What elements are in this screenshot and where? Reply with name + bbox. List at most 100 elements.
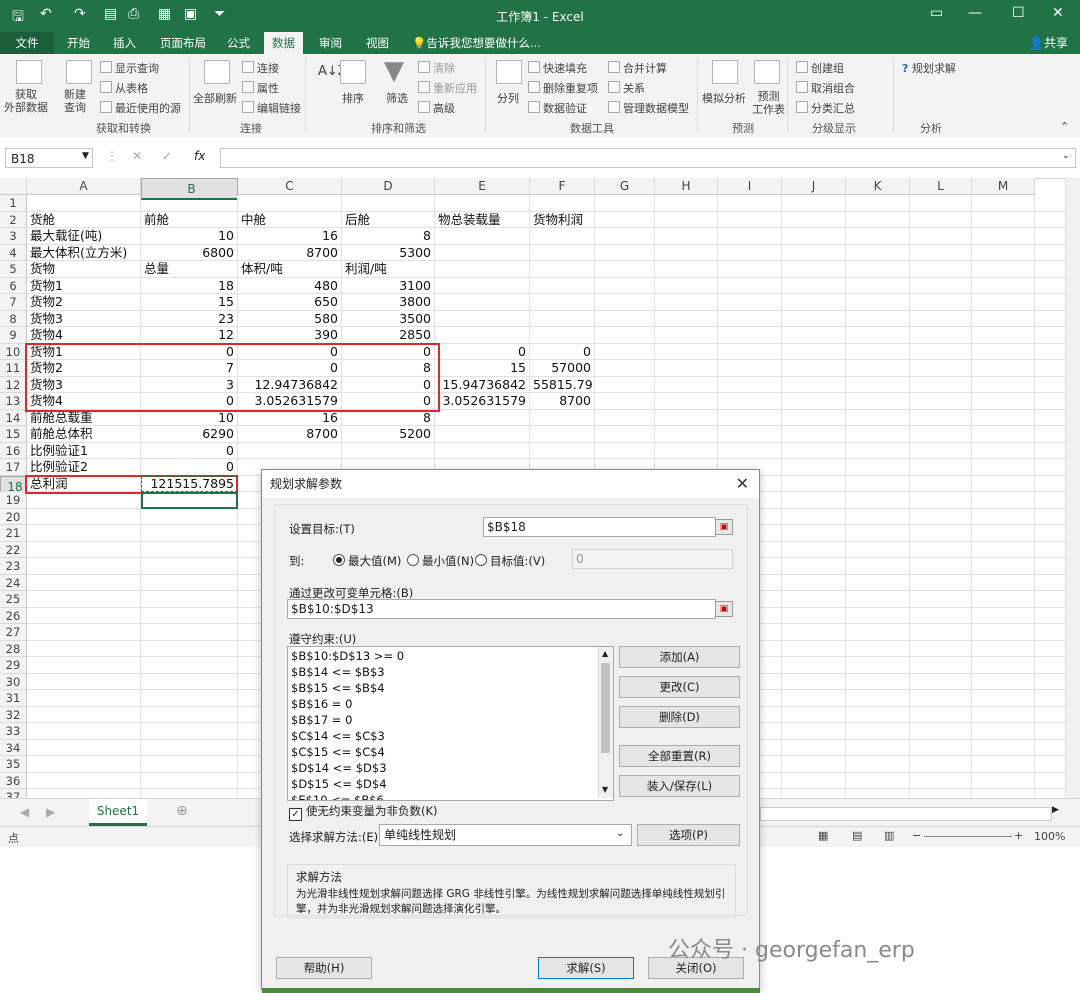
changing-cells-input[interactable]: $B$10:$D$13 [287, 599, 716, 619]
list-item[interactable]: $D$15 <= $D$4 [291, 777, 387, 791]
cell-a16[interactable]: 比例验证1 [30, 443, 137, 460]
cell-a6[interactable]: 货物1 [30, 278, 137, 295]
row-header-1[interactable]: 1 [0, 195, 27, 212]
cell-f13[interactable]: 8700 [533, 393, 591, 410]
column-header-b[interactable]: B [141, 178, 238, 200]
collapse-ribbon-icon[interactable]: ⌃ [1060, 120, 1069, 133]
column-header-d[interactable]: D [342, 178, 435, 195]
cell-b6[interactable]: 18 [144, 278, 234, 295]
row-header-21[interactable]: 21 [0, 525, 27, 542]
list-item[interactable]: $B$17 = 0 [291, 713, 352, 727]
cell-b9[interactable]: 12 [144, 327, 234, 344]
row-header-29[interactable]: 29 [0, 657, 27, 674]
tab-page-layout[interactable]: 页面布局 [160, 35, 206, 51]
cell-e2[interactable]: 物总装载量 [438, 212, 526, 229]
list-item[interactable]: $B$16 = 0 [291, 697, 352, 711]
cell-e12[interactable]: 15.94736842 [438, 377, 526, 394]
help-button[interactable]: 帮助(H) [276, 957, 372, 979]
list-item[interactable]: $B$14 <= $B$3 [291, 665, 385, 679]
cell-b16[interactable]: 0 [144, 443, 234, 460]
formula-input[interactable] [220, 148, 1076, 168]
cell-a9[interactable]: 货物4 [30, 327, 137, 344]
show-query-button[interactable]: 显示查询 [100, 60, 159, 76]
row-header-11[interactable]: 11 [0, 360, 27, 377]
from-table-button[interactable]: 从表格 [100, 80, 148, 96]
constraints-scrollbar[interactable]: ▲ ▼ [598, 647, 613, 798]
column-header-k[interactable]: K [846, 178, 910, 195]
add-button[interactable]: 添加(A) [619, 646, 740, 668]
objective-input[interactable]: $B$18 [483, 517, 716, 537]
select-all-corner[interactable] [0, 178, 27, 195]
row-header-7[interactable]: 7 [0, 294, 27, 311]
change-button[interactable]: 更改(C) [619, 676, 740, 698]
cell-d3[interactable]: 8 [345, 228, 431, 245]
zoom-level[interactable]: 100% [1034, 830, 1065, 843]
cell-a5[interactable]: 货物 [30, 261, 137, 278]
cell-a17[interactable]: 比例验证2 [30, 459, 137, 476]
tab-formulas[interactable]: 公式 [227, 35, 250, 51]
cell-f12[interactable]: 55815.79 [533, 377, 593, 394]
cell-b2[interactable]: 前舱 [144, 212, 234, 229]
share-button[interactable]: 👤共享 [1029, 34, 1068, 51]
reapply-button[interactable]: 重新应用 [418, 80, 477, 96]
insert-function-icon[interactable]: fx [194, 149, 205, 163]
column-header-f[interactable]: F [530, 178, 595, 195]
advanced-filter-button[interactable]: 高级 [418, 100, 455, 116]
cell-a7[interactable]: 货物2 [30, 294, 137, 311]
remove-duplicates-button[interactable]: 删除重复项 [528, 80, 598, 96]
tab-data[interactable]: 数据 [264, 32, 303, 54]
row-header-15[interactable]: 15 [0, 426, 27, 443]
ribbon-display-icon[interactable]: ▭ [930, 5, 943, 21]
column-header-i[interactable]: I [718, 178, 782, 195]
solver-button[interactable]: ? 规划求解 [902, 60, 956, 76]
cell-e11[interactable]: 15 [438, 360, 526, 377]
maximize-icon[interactable]: ☐ [1012, 5, 1025, 21]
cell-d8[interactable]: 3500 [345, 311, 431, 328]
row-header-19[interactable]: 19 [0, 492, 27, 509]
cell-a15[interactable]: 前舱总体积 [30, 426, 137, 443]
cell-c7[interactable]: 650 [241, 294, 338, 311]
row-header-22[interactable]: 22 [0, 541, 27, 558]
row-header-30[interactable]: 30 [0, 673, 27, 690]
collapse-dialog-icon[interactable]: ▣ [715, 601, 733, 617]
row-header-20[interactable]: 20 [0, 508, 27, 525]
cell-a8[interactable]: 货物3 [30, 311, 137, 328]
cell-b5[interactable]: 总量 [144, 261, 234, 278]
sheet-tab-sheet1[interactable]: Sheet1 [89, 799, 147, 826]
row-header-36[interactable]: 36 [0, 772, 27, 789]
cell-b7[interactable]: 15 [144, 294, 234, 311]
enter-icon[interactable]: ✓ [162, 149, 172, 163]
method-select[interactable]: 单纯线性规划 [379, 824, 632, 846]
clear-button[interactable]: 清除 [418, 60, 455, 76]
chevron-down-icon[interactable]: ⌄ [616, 828, 624, 839]
cell-c6[interactable]: 480 [241, 278, 338, 295]
filter-button[interactable]: 筛选 [386, 90, 408, 106]
column-header-j[interactable]: J [782, 178, 846, 195]
column-header-e[interactable]: E [435, 178, 530, 195]
name-box-dropdown-icon[interactable]: ▼ [82, 151, 89, 161]
row-header-14[interactable]: 14 [0, 409, 27, 426]
expand-formula-icon[interactable]: ⌄ [1062, 151, 1070, 161]
zoom-in-icon[interactable]: + [1014, 829, 1023, 842]
nonnegative-checkbox[interactable]: ✓ 使无约束变量为非负数(K) [289, 803, 438, 821]
text-to-columns-button[interactable]: 分列 [497, 90, 519, 106]
cell-e10[interactable]: 0 [438, 344, 526, 361]
row-header-26[interactable]: 26 [0, 607, 27, 624]
group-button[interactable]: 创建组 [796, 60, 844, 76]
cell-b4[interactable]: 6800 [144, 245, 234, 262]
row-header-27[interactable]: 27 [0, 624, 27, 641]
cell-d15[interactable]: 5200 [345, 426, 431, 443]
cell-c3[interactable]: 16 [241, 228, 338, 245]
minimize-icon[interactable]: — [968, 5, 982, 21]
cell-f11[interactable]: 57000 [533, 360, 591, 377]
cell-e13[interactable]: 3.052631579 [438, 393, 526, 410]
radio-value-of[interactable]: 目标值:(V) [475, 553, 545, 569]
cell-d14[interactable]: 8 [345, 410, 431, 427]
scroll-thumb[interactable] [601, 663, 610, 753]
zoom-out-icon[interactable]: − [912, 829, 921, 842]
get-external-data-button[interactable]: 获取 外部数据 [4, 88, 48, 114]
ungroup-button[interactable]: 取消组合 [796, 80, 855, 96]
cell-c9[interactable]: 390 [241, 327, 338, 344]
row-header-34[interactable]: 34 [0, 739, 27, 756]
name-box[interactable]: B18 [5, 148, 93, 168]
